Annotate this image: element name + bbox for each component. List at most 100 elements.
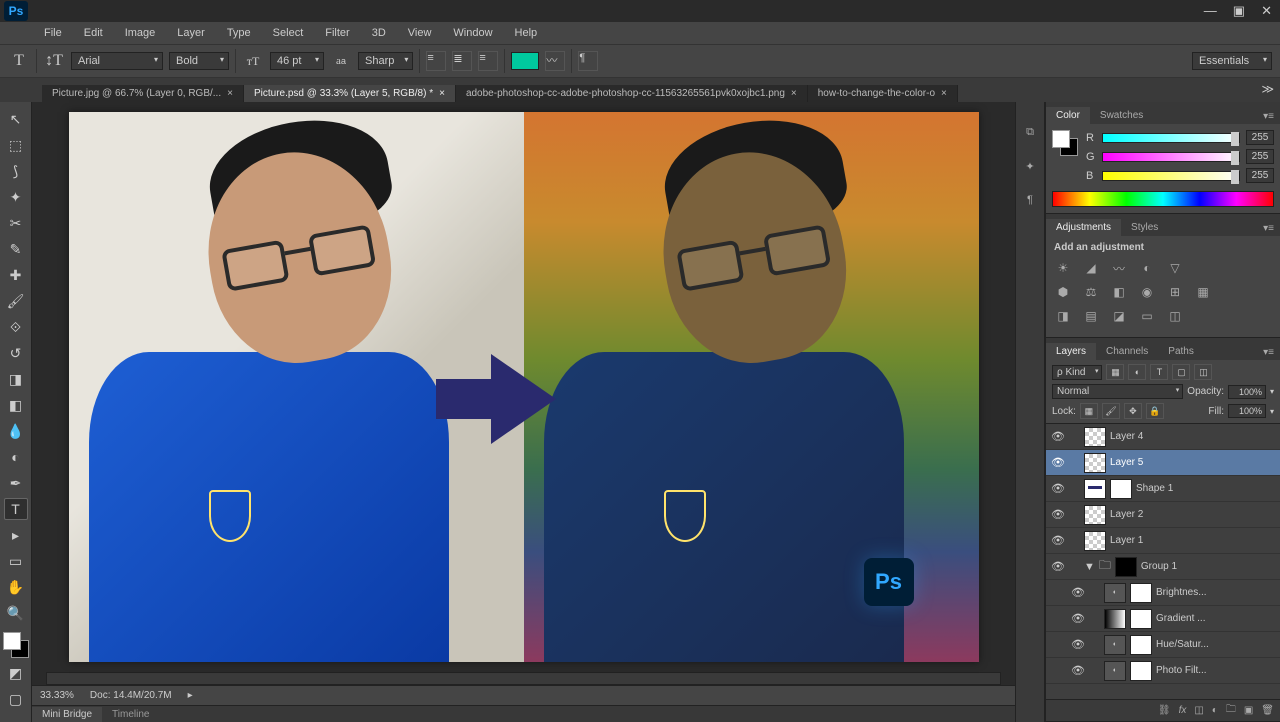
g-slider[interactable] xyxy=(1102,152,1240,162)
filter-smart-icon[interactable]: ◫ xyxy=(1194,364,1212,380)
layer-name-label[interactable]: Layer 2 xyxy=(1110,509,1143,520)
threshold-icon[interactable]: ◪ xyxy=(1110,307,1128,325)
layer-mask-thumb[interactable] xyxy=(1130,609,1152,629)
filter-adj-icon[interactable]: ◐ xyxy=(1128,364,1146,380)
invert-icon[interactable]: ◨ xyxy=(1054,307,1072,325)
photo-filter-icon[interactable]: ◉ xyxy=(1138,283,1156,301)
crop-tool[interactable]: ✂ xyxy=(4,212,28,234)
layer-row[interactable]: 👁Layer 1 xyxy=(1046,528,1280,554)
layer-name-label[interactable]: Brightnes... xyxy=(1156,587,1207,598)
layer-name-label[interactable]: Layer 1 xyxy=(1110,535,1143,546)
layer-mask-thumb[interactable] xyxy=(1110,479,1132,499)
menu-select[interactable]: Select xyxy=(263,25,314,41)
menu-view[interactable]: View xyxy=(398,25,442,41)
lock-pixels-icon[interactable]: 🖌 xyxy=(1102,403,1120,419)
zoom-level[interactable]: 33.33% xyxy=(40,690,74,701)
adjustments-panel-menu[interactable]: ▾≡ xyxy=(1257,221,1280,236)
document-tab[interactable]: adobe-photoshop-cc-adobe-photoshop-cc-11… xyxy=(456,85,808,102)
hue-icon[interactable]: ⬢ xyxy=(1054,283,1072,301)
screen-mode-button[interactable]: ▢ xyxy=(4,688,28,710)
layer-mask-button[interactable]: ◫ xyxy=(1194,705,1203,716)
marquee-tool[interactable]: ⬚ xyxy=(4,134,28,156)
visibility-toggle[interactable]: 👁 xyxy=(1050,430,1066,443)
close-tab-icon[interactable]: × xyxy=(227,88,233,99)
workspace-switcher[interactable]: Essentials xyxy=(1192,52,1272,70)
group-toggle-icon[interactable]: ▼ xyxy=(1084,561,1095,573)
filter-pixel-icon[interactable]: ▦ xyxy=(1106,364,1124,380)
tab-color[interactable]: Color xyxy=(1046,107,1090,124)
b-slider[interactable] xyxy=(1102,171,1240,181)
layer-row[interactable]: 👁◐Brightnes... xyxy=(1046,580,1280,606)
close-button[interactable]: ✕ xyxy=(1257,3,1276,19)
layer-mask-thumb[interactable] xyxy=(1130,635,1152,655)
menu-3d[interactable]: 3D xyxy=(362,25,396,41)
opacity-input[interactable]: 100% xyxy=(1228,385,1266,399)
selective-color-icon[interactable]: ◫ xyxy=(1166,307,1184,325)
properties-panel-icon[interactable]: ✦ xyxy=(1020,156,1040,176)
menu-type[interactable]: Type xyxy=(217,25,261,41)
color-balance-icon[interactable]: ⚖ xyxy=(1082,283,1100,301)
foreground-color[interactable] xyxy=(3,632,21,650)
gradient-map-icon[interactable]: ▭ xyxy=(1138,307,1156,325)
fill-input[interactable]: 100% xyxy=(1228,404,1266,418)
new-adjustment-button[interactable]: ◐ xyxy=(1212,705,1218,716)
lock-transparency-icon[interactable]: ▦ xyxy=(1080,403,1098,419)
layer-mask-thumb[interactable] xyxy=(1115,557,1137,577)
channel-mixer-icon[interactable]: ⊞ xyxy=(1166,283,1184,301)
brush-tool[interactable]: 🖌 xyxy=(4,290,28,312)
r-slider[interactable] xyxy=(1102,133,1240,143)
align-center-button[interactable]: ≣ xyxy=(452,51,472,71)
layer-row[interactable]: 👁Gradient ... xyxy=(1046,606,1280,632)
history-panel-icon[interactable]: ⧉ xyxy=(1020,122,1040,142)
color-panel-menu[interactable]: ▾≡ xyxy=(1257,109,1280,124)
layer-fx-button[interactable]: fx xyxy=(1179,705,1187,716)
layer-thumb[interactable] xyxy=(1084,479,1106,499)
menu-layer[interactable]: Layer xyxy=(167,25,215,41)
gradient-tool[interactable]: ◧ xyxy=(4,394,28,416)
visibility-toggle[interactable]: 👁 xyxy=(1050,456,1066,469)
new-group-button[interactable]: 🗀 xyxy=(1226,702,1236,719)
blend-mode-dropdown[interactable]: Normal xyxy=(1052,384,1183,399)
clone-stamp-tool[interactable]: ⟐ xyxy=(4,316,28,338)
visibility-toggle[interactable]: 👁 xyxy=(1070,612,1086,625)
b-value[interactable]: 255 xyxy=(1246,168,1274,183)
tabs-overflow-button[interactable]: ≫ xyxy=(1261,82,1274,96)
r-value[interactable]: 255 xyxy=(1246,130,1274,145)
healing-brush-tool[interactable]: ✚ xyxy=(4,264,28,286)
tab-styles[interactable]: Styles xyxy=(1121,219,1168,236)
character-panel-icon[interactable]: ¶ xyxy=(1020,190,1040,210)
filter-shape-icon[interactable]: ▢ xyxy=(1172,364,1190,380)
character-panel-button[interactable]: ¶ xyxy=(578,51,598,71)
pen-tool[interactable]: ✒ xyxy=(4,472,28,494)
blur-tool[interactable]: 💧 xyxy=(4,420,28,442)
visibility-toggle[interactable]: 👁 xyxy=(1070,638,1086,651)
close-tab-icon[interactable]: × xyxy=(791,88,797,99)
font-style-dropdown[interactable]: Bold xyxy=(169,52,229,70)
warp-text-button[interactable]: 〰 xyxy=(545,51,565,71)
lock-position-icon[interactable]: ✥ xyxy=(1124,403,1142,419)
delete-layer-button[interactable]: 🗑 xyxy=(1261,705,1274,716)
layer-thumb[interactable] xyxy=(1084,427,1106,447)
maximize-button[interactable]: ▣ xyxy=(1229,3,1249,19)
layer-name-label[interactable]: Shape 1 xyxy=(1136,483,1173,494)
shape-tool[interactable]: ▭ xyxy=(4,550,28,572)
adjustment-thumb[interactable] xyxy=(1104,609,1126,629)
layer-mask-thumb[interactable] xyxy=(1130,583,1152,603)
antialias-dropdown[interactable]: Sharp xyxy=(358,52,413,70)
layer-row[interactable]: 👁Layer 2 xyxy=(1046,502,1280,528)
menu-help[interactable]: Help xyxy=(505,25,548,41)
color-panel-swatches[interactable] xyxy=(1052,130,1078,156)
tab-channels[interactable]: Channels xyxy=(1096,343,1158,360)
adjustment-thumb[interactable]: ◐ xyxy=(1104,583,1126,603)
layer-filter-kind[interactable]: ρ Kind xyxy=(1052,365,1102,380)
color-lookup-icon[interactable]: ▦ xyxy=(1194,283,1212,301)
layer-row[interactable]: 👁◐Hue/Satur... xyxy=(1046,632,1280,658)
dodge-tool[interactable]: ◐ xyxy=(4,446,28,468)
filter-type-icon[interactable]: T xyxy=(1150,364,1168,380)
document-canvas[interactable]: Ps xyxy=(69,112,979,662)
curves-icon[interactable]: 〰 xyxy=(1110,259,1128,277)
layer-name-label[interactable]: Hue/Satur... xyxy=(1156,639,1209,650)
font-family-dropdown[interactable]: Arial xyxy=(71,52,163,70)
vibrance-icon[interactable]: ▽ xyxy=(1166,259,1184,277)
document-tab[interactable]: Picture.jpg @ 66.7% (Layer 0, RGB/...× xyxy=(42,85,244,102)
